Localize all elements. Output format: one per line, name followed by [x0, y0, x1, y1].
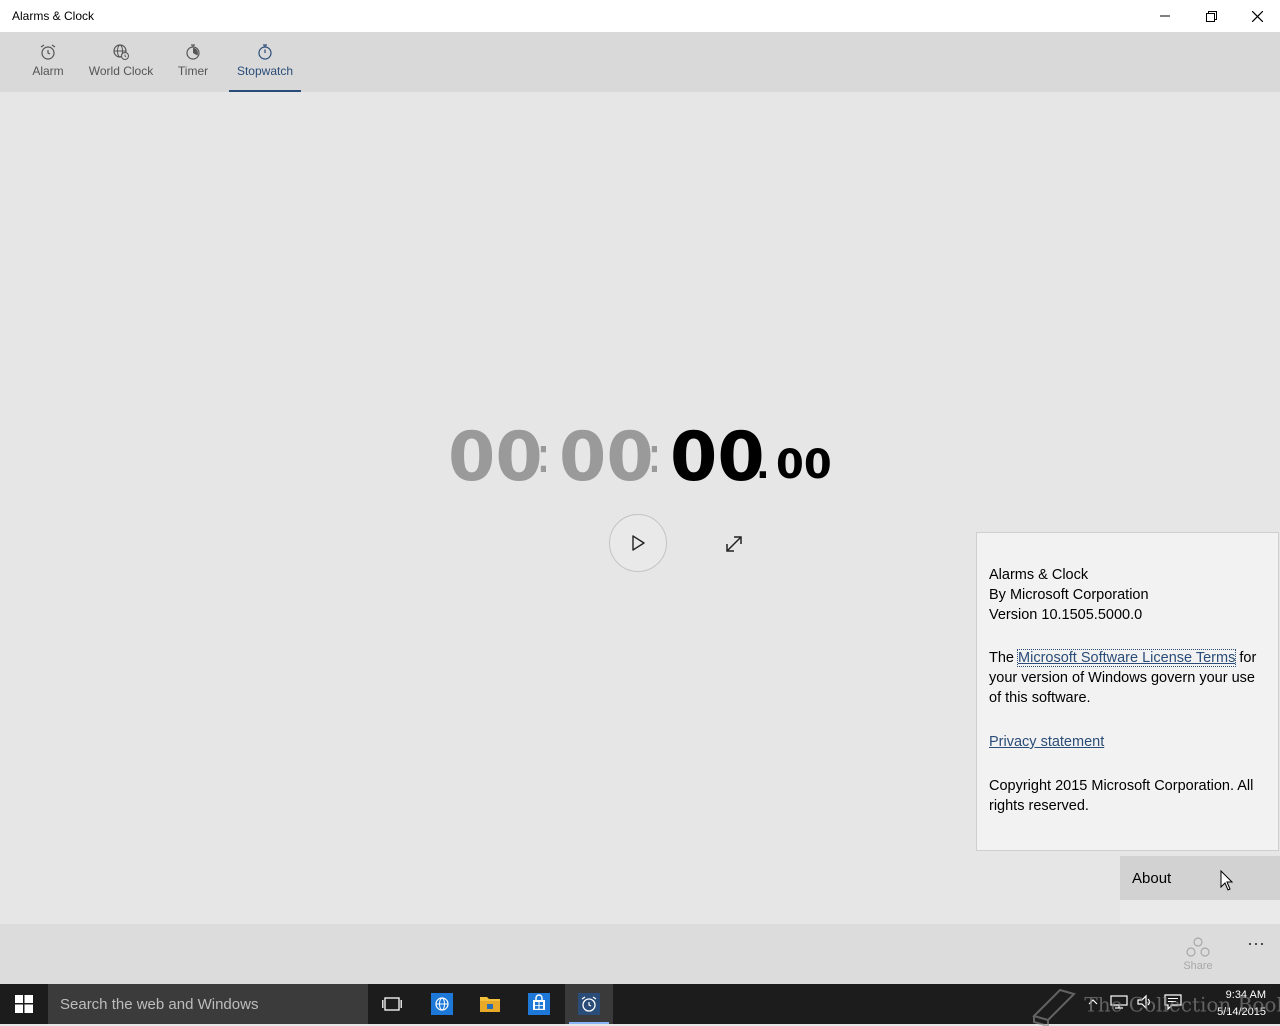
- alarm-clock-icon: [39, 43, 57, 61]
- taskbar-store[interactable]: [515, 984, 563, 1024]
- about-license-text: The Microsoft Software License Terms for…: [989, 648, 1268, 708]
- title-bar: Alarms & Clock: [0, 0, 1280, 32]
- hundredths-digits: 00: [776, 442, 832, 488]
- minimize-icon: [1160, 15, 1170, 17]
- browser-icon: [431, 993, 453, 1015]
- alarm-clock-icon: [578, 993, 600, 1015]
- share-icon: [1186, 937, 1210, 957]
- expand-icon: [726, 536, 742, 552]
- stopwatch-display: 00 : 00 : 00 . 00: [448, 418, 848, 498]
- tab-label: Stopwatch: [236, 64, 294, 78]
- decimal-point: .: [756, 446, 770, 487]
- store-icon: [528, 993, 550, 1015]
- menu-item-about[interactable]: About: [1120, 856, 1280, 900]
- close-icon: [1251, 10, 1263, 22]
- restore-button[interactable]: [1188, 0, 1234, 32]
- menu-background: [1120, 900, 1280, 924]
- restore-icon: [1205, 10, 1217, 22]
- about-version: Version 10.1505.5000.0: [989, 607, 1143, 623]
- privacy-statement-link[interactable]: Privacy statement: [989, 734, 1104, 750]
- play-icon: [632, 535, 645, 551]
- tab-alarm[interactable]: Alarm: [26, 32, 70, 92]
- start-button[interactable]: [0, 984, 48, 1024]
- book-icon: [1032, 988, 1076, 1026]
- seconds-digits: 00: [670, 418, 765, 497]
- search-placeholder: Search the web and Windows: [60, 995, 259, 1013]
- license-terms-link[interactable]: Microsoft Software License Terms: [1017, 649, 1237, 667]
- share-button[interactable]: Share: [1176, 936, 1220, 972]
- task-view-icon: [382, 997, 402, 1011]
- tab-label: World Clock: [88, 64, 154, 78]
- about-publisher: By Microsoft Corporation: [989, 587, 1149, 603]
- taskbar-alarms-clock[interactable]: [565, 984, 613, 1024]
- tab-timer[interactable]: Timer: [172, 32, 214, 92]
- expand-button[interactable]: [720, 530, 748, 558]
- task-view-button[interactable]: [368, 984, 416, 1024]
- taskbar-browser[interactable]: [418, 984, 466, 1024]
- watermark: The Collection Book: [1030, 986, 1280, 1026]
- share-label: Share: [1183, 960, 1213, 972]
- license-text-pre: The: [989, 650, 1019, 666]
- separator: :: [646, 426, 663, 484]
- globe-clock-icon: [112, 43, 130, 61]
- app-nav: Alarm World Clock Timer Stopwatch: [0, 32, 1280, 92]
- timer-icon: [184, 43, 202, 61]
- separator: :: [535, 426, 552, 484]
- watermark-text: The Collection Book: [1084, 992, 1280, 1017]
- mouse-cursor-icon: [1220, 870, 1234, 891]
- taskbar-search-box[interactable]: Search the web and Windows: [48, 984, 368, 1024]
- tab-stopwatch[interactable]: Stopwatch: [229, 32, 301, 92]
- start-button[interactable]: [609, 514, 667, 572]
- hours-digits: 00: [448, 418, 543, 497]
- folder-icon: [480, 997, 500, 1012]
- window-controls: [1142, 0, 1280, 32]
- tab-world-clock[interactable]: World Clock: [84, 32, 158, 92]
- about-app-name: Alarms & Clock: [989, 567, 1089, 583]
- close-button[interactable]: [1234, 0, 1280, 32]
- about-copyright: Copyright 2015 Microsoft Corporation. Al…: [989, 778, 1254, 814]
- command-bar: Share ···: [0, 924, 1280, 984]
- more-options-button[interactable]: ···: [1244, 934, 1268, 960]
- tab-label: Timer: [177, 64, 209, 78]
- menu-item-label: About: [1132, 869, 1172, 887]
- stopwatch-icon: [256, 43, 274, 61]
- minimize-button[interactable]: [1142, 0, 1188, 32]
- windows-logo-icon: [15, 995, 33, 1013]
- minutes-digits: 00: [559, 418, 654, 497]
- taskbar-file-explorer[interactable]: [466, 984, 514, 1024]
- window-title: Alarms & Clock: [12, 9, 95, 23]
- about-flyout: Alarms & Clock By Microsoft Corporation …: [976, 532, 1279, 851]
- tab-label: Alarm: [32, 64, 64, 78]
